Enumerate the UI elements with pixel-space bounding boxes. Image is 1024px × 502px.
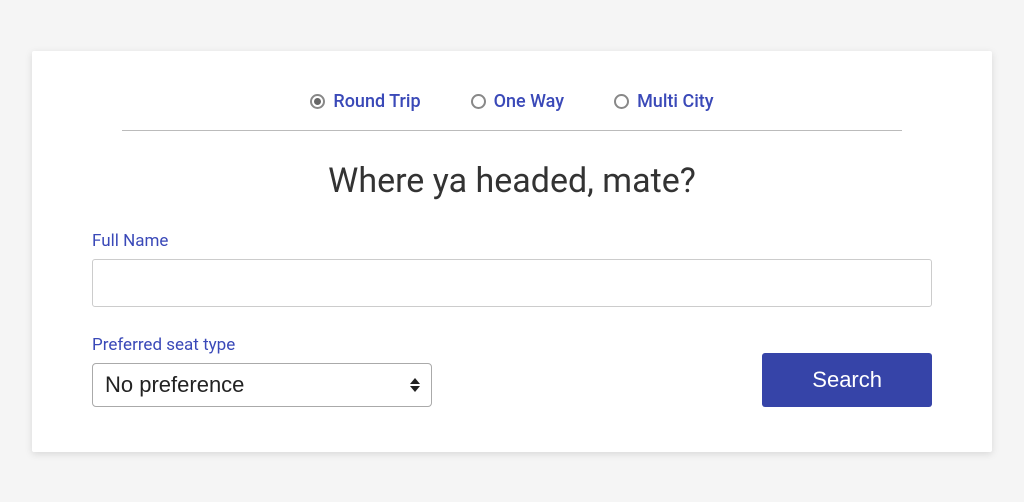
- radio-label: Round Trip: [333, 91, 420, 112]
- radio-icon: [471, 94, 486, 109]
- divider: [122, 130, 902, 131]
- trip-type-group: Round Trip One Way Multi City: [92, 91, 932, 130]
- bottom-row: Preferred seat type No preference Search: [92, 335, 932, 407]
- radio-icon: [310, 94, 325, 109]
- flight-search-card: Round Trip One Way Multi City Where ya h…: [32, 51, 992, 452]
- radio-icon: [614, 94, 629, 109]
- seat-select-wrap: No preference: [92, 363, 432, 407]
- radio-one-way[interactable]: One Way: [471, 91, 564, 112]
- radio-multi-city[interactable]: Multi City: [614, 91, 714, 112]
- seat-type-group: Preferred seat type No preference: [92, 335, 432, 407]
- radio-label: Multi City: [637, 91, 714, 112]
- seat-type-select[interactable]: No preference: [92, 363, 432, 407]
- search-button[interactable]: Search: [762, 353, 932, 407]
- seat-type-label: Preferred seat type: [92, 335, 432, 355]
- radio-round-trip[interactable]: Round Trip: [310, 91, 420, 112]
- full-name-input[interactable]: [92, 259, 932, 307]
- full-name-group: Full Name: [92, 231, 932, 335]
- full-name-label: Full Name: [92, 231, 932, 251]
- page-heading: Where ya headed, mate?: [92, 161, 932, 201]
- radio-label: One Way: [494, 91, 564, 112]
